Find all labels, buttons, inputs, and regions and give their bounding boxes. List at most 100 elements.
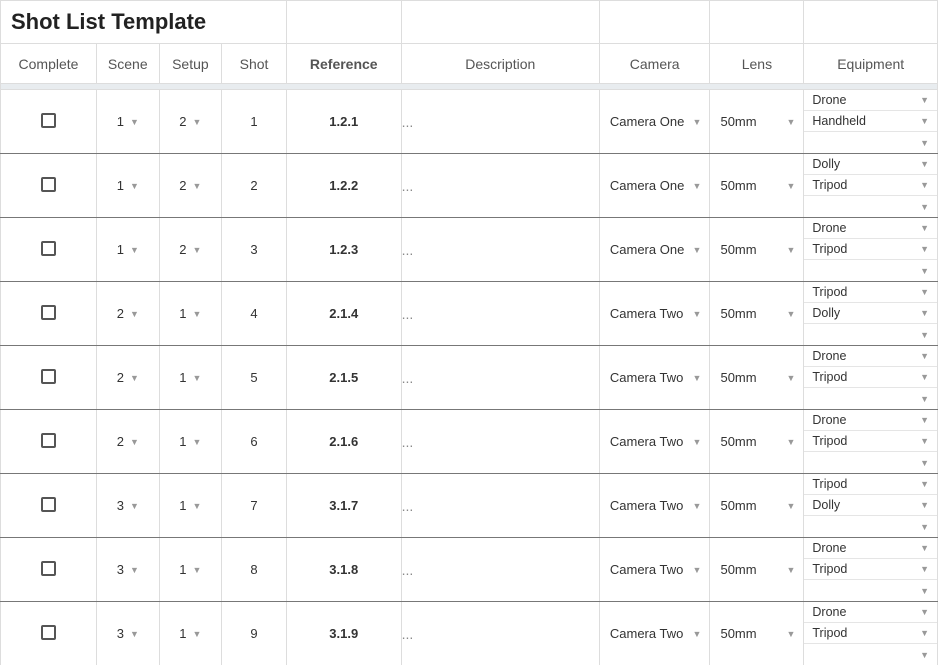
equipment-dropdown[interactable]: ▼: [804, 452, 937, 473]
equipment-dropdown[interactable]: Drone▼: [804, 538, 937, 559]
lens-dropdown[interactable]: 50mm▼: [710, 602, 803, 665]
complete-checkbox[interactable]: [41, 561, 56, 576]
camera-dropdown[interactable]: Camera Two▼: [600, 346, 710, 409]
setup-dropdown[interactable]: 2▼: [160, 90, 222, 153]
chevron-down-icon: ▼: [693, 629, 702, 639]
equipment-dropdown[interactable]: Tripod▼: [804, 623, 937, 644]
lens-dropdown[interactable]: 50mm▼: [710, 474, 803, 537]
description-cell[interactable]: ...: [401, 282, 599, 346]
equipment-dropdown[interactable]: Tripod▼: [804, 367, 937, 388]
lens-cell: 50mm▼: [710, 90, 804, 154]
equipment-value: Tripod: [812, 178, 920, 192]
scene-dropdown[interactable]: 1▼: [97, 154, 159, 217]
equipment-dropdown[interactable]: Drone▼: [804, 90, 937, 111]
camera-value: Camera Two: [610, 626, 683, 641]
description-cell[interactable]: ...: [401, 602, 599, 666]
description-cell[interactable]: ...: [401, 474, 599, 538]
setup-dropdown[interactable]: 1▼: [160, 602, 222, 665]
scene-dropdown[interactable]: 2▼: [97, 410, 159, 473]
camera-dropdown[interactable]: Camera Two▼: [600, 282, 710, 345]
lens-dropdown[interactable]: 50mm▼: [710, 90, 803, 153]
scene-dropdown[interactable]: 2▼: [97, 282, 159, 345]
table-row: 2▼1▼42.1.4...Camera Two▼50mm▼Tripod▼Doll…: [1, 282, 938, 346]
setup-dropdown[interactable]: 2▼: [160, 218, 222, 281]
scene-dropdown[interactable]: 3▼: [97, 474, 159, 537]
setup-dropdown[interactable]: 1▼: [160, 410, 222, 473]
equipment-dropdown[interactable]: ▼: [804, 580, 937, 601]
setup-cell: 1▼: [159, 410, 222, 474]
equipment-cell: Drone▼Tripod▼▼: [804, 218, 938, 282]
equipment-dropdown[interactable]: ▼: [804, 132, 937, 153]
lens-dropdown[interactable]: 50mm▼: [710, 218, 803, 281]
equipment-value: Tripod: [812, 285, 920, 299]
complete-checkbox[interactable]: [41, 113, 56, 128]
reference-cell: 3.1.9: [286, 602, 401, 666]
equipment-dropdown[interactable]: Dolly▼: [804, 495, 937, 516]
complete-checkbox[interactable]: [41, 433, 56, 448]
equipment-value: Tripod: [812, 242, 920, 256]
scene-dropdown[interactable]: 3▼: [97, 538, 159, 601]
description-cell[interactable]: ...: [401, 90, 599, 154]
camera-dropdown[interactable]: Camera One▼: [600, 90, 710, 153]
complete-checkbox[interactable]: [41, 497, 56, 512]
chevron-down-icon: ▼: [920, 95, 929, 105]
camera-dropdown[interactable]: Camera One▼: [600, 218, 710, 281]
equipment-dropdown[interactable]: Tripod▼: [804, 431, 937, 452]
camera-dropdown[interactable]: Camera Two ▼: [600, 602, 710, 665]
setup-dropdown[interactable]: 1▼: [160, 282, 222, 345]
scene-dropdown[interactable]: 1▼: [97, 90, 159, 153]
equipment-dropdown[interactable]: Handheld▼: [804, 111, 937, 132]
equipment-dropdown[interactable]: Tripod▼: [804, 474, 937, 495]
description-cell[interactable]: ...: [401, 154, 599, 218]
camera-dropdown[interactable]: Camera Two▼: [600, 474, 710, 537]
camera-dropdown[interactable]: Camera Two▼: [600, 410, 710, 473]
lens-dropdown[interactable]: 50mm▼: [710, 282, 803, 345]
scene-dropdown[interactable]: 1▼: [97, 218, 159, 281]
equipment-dropdown[interactable]: Drone▼: [804, 218, 937, 239]
lens-dropdown[interactable]: 50mm▼: [710, 410, 803, 473]
equipment-dropdown[interactable]: ▼: [804, 644, 937, 665]
equipment-dropdown[interactable]: Drone▼: [804, 602, 937, 623]
setup-dropdown[interactable]: 1▼: [160, 346, 222, 409]
shot-cell: 1: [222, 90, 287, 154]
equipment-dropdown[interactable]: Tripod▼: [804, 282, 937, 303]
equipment-dropdown[interactable]: ▼: [804, 388, 937, 409]
camera-dropdown[interactable]: Camera Two▼: [600, 538, 710, 601]
equipment-dropdown[interactable]: Tripod▼: [804, 559, 937, 580]
equipment-dropdown[interactable]: Dolly▼: [804, 154, 937, 175]
setup-dropdown[interactable]: 2▼: [160, 154, 222, 217]
chevron-down-icon: ▼: [193, 373, 202, 383]
equipment-dropdown[interactable]: ▼: [804, 260, 937, 281]
equipment-dropdown[interactable]: Dolly▼: [804, 303, 937, 324]
equipment-dropdown[interactable]: Tripod▼: [804, 239, 937, 260]
description-cell[interactable]: ...: [401, 538, 599, 602]
scene-cell: 2▼: [96, 346, 159, 410]
lens-dropdown[interactable]: 50mm▼: [710, 346, 803, 409]
chevron-down-icon: ▼: [693, 501, 702, 511]
complete-checkbox[interactable]: [41, 241, 56, 256]
equipment-dropdown[interactable]: ▼: [804, 324, 937, 345]
shot-cell: 5: [222, 346, 287, 410]
scene-dropdown[interactable]: 2▼: [97, 346, 159, 409]
description-cell[interactable]: ...: [401, 346, 599, 410]
scene-dropdown[interactable]: 3▼: [97, 602, 159, 665]
equipment-dropdown[interactable]: Drone▼: [804, 410, 937, 431]
complete-checkbox[interactable]: [41, 305, 56, 320]
equipment-dropdown[interactable]: Drone▼: [804, 346, 937, 367]
complete-checkbox[interactable]: [41, 625, 56, 640]
setup-dropdown[interactable]: 1▼: [160, 474, 222, 537]
equipment-dropdown[interactable]: ▼: [804, 196, 937, 217]
complete-checkbox[interactable]: [41, 177, 56, 192]
equipment-dropdown[interactable]: ▼: [804, 516, 937, 537]
description-cell[interactable]: ...: [401, 218, 599, 282]
table-row: 1▼2▼21.2.2...Camera One▼50mm▼Dolly▼Tripo…: [1, 154, 938, 218]
complete-checkbox[interactable]: [41, 369, 56, 384]
camera-dropdown[interactable]: Camera One▼: [600, 154, 710, 217]
equipment-dropdown[interactable]: Tripod▼: [804, 175, 937, 196]
description-cell[interactable]: ...: [401, 410, 599, 474]
chevron-down-icon: ▼: [786, 565, 795, 575]
lens-dropdown[interactable]: 50mm▼: [710, 154, 803, 217]
setup-dropdown[interactable]: 1▼: [160, 538, 222, 601]
chevron-down-icon: ▼: [920, 650, 929, 660]
lens-dropdown[interactable]: 50mm▼: [710, 538, 803, 601]
